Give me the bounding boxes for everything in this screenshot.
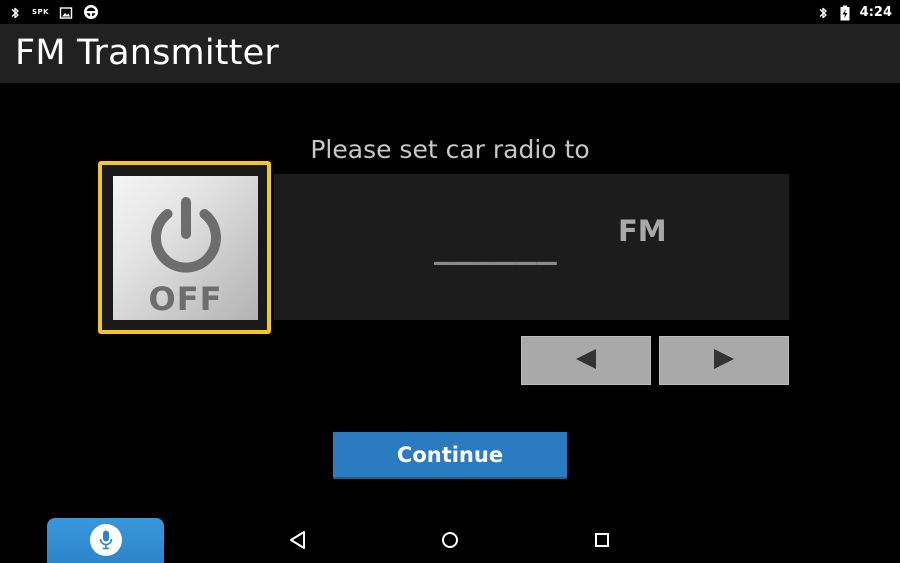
frequency-value: ______ <box>434 226 557 266</box>
triangle-right-icon <box>712 348 736 374</box>
continue-button[interactable]: Continue <box>333 432 567 479</box>
bluetooth-icon <box>8 5 22 19</box>
status-time: 4:24 <box>859 4 892 20</box>
microphone-icon <box>90 524 122 556</box>
triangle-left-icon <box>574 348 598 374</box>
battery-charging-icon <box>838 5 852 21</box>
app-title: FM Transmitter <box>15 33 279 73</box>
frequency-display: ______ FM <box>274 174 789 320</box>
prompt-text: Please set car radio to <box>310 135 590 164</box>
back-triangle-icon[interactable] <box>287 529 309 551</box>
tune-up-button[interactable] <box>659 336 789 385</box>
power-toggle-button[interactable]: OFF <box>98 161 271 334</box>
home-circle-icon[interactable] <box>439 529 461 551</box>
recents-square-icon[interactable] <box>591 529 613 551</box>
status-bar: SPK 4:24 <box>0 0 900 24</box>
screen: SPK 4:24 FM Transmitter Please set car r… <box>0 0 900 563</box>
power-icon <box>145 196 227 278</box>
voice-assistant-button[interactable] <box>47 518 164 563</box>
bluetooth-icon <box>816 5 830 19</box>
power-state-label: OFF <box>148 280 223 318</box>
app-bar: FM Transmitter <box>0 24 900 83</box>
frequency-unit: FM <box>618 214 667 248</box>
power-toggle-tile: OFF <box>113 176 258 320</box>
spk-icon: SPK <box>32 8 50 16</box>
status-bar-left: SPK <box>8 3 99 21</box>
navigation-bar <box>0 517 900 563</box>
steering-wheel-icon <box>83 4 99 20</box>
status-bar-right: 4:24 <box>816 3 892 21</box>
image-icon <box>59 5 73 19</box>
tune-down-button[interactable] <box>521 336 651 385</box>
